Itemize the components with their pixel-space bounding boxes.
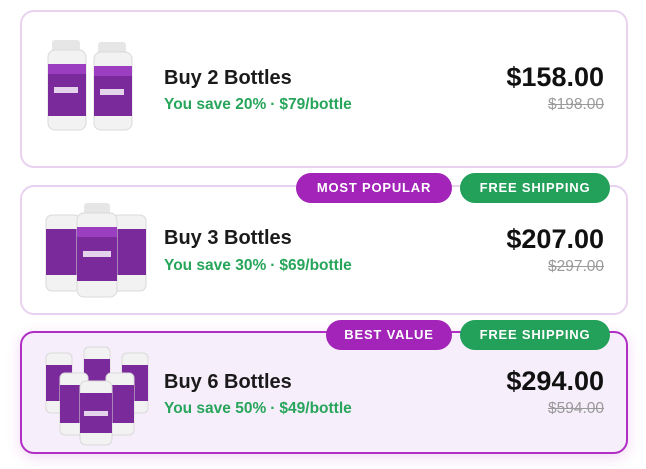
offer-title: Buy 6 Bottles xyxy=(164,371,292,393)
best-value-badge: BEST VALUE xyxy=(326,320,452,350)
per-bottle-price: $69/bottle xyxy=(279,257,352,274)
offer-price: $207.00 xyxy=(506,224,604,254)
original-price: $297.00 xyxy=(547,258,604,275)
savings-separator: · xyxy=(270,400,276,417)
savings-percent: You save 50% xyxy=(164,400,267,417)
free-shipping-badge: FREE SHIPPING xyxy=(460,320,610,350)
offer-title: Buy 3 Bottles xyxy=(164,227,292,249)
bottle-icon xyxy=(47,40,87,131)
original-price: $594.00 xyxy=(547,400,604,417)
product-image-2-bottles xyxy=(47,40,133,131)
offer-savings: You save 50% · $49/bottle xyxy=(164,400,352,418)
per-bottle-price: $79/bottle xyxy=(279,96,352,113)
product-image-3-bottles xyxy=(45,203,147,298)
bottle-icon xyxy=(93,42,133,131)
offer-card-2-bottles[interactable]: Buy 2 Bottles You save 20% · $79/bottle $1… xyxy=(20,10,628,168)
savings-separator: · xyxy=(270,96,276,113)
bottle-icon xyxy=(45,214,81,292)
savings-percent: You save 30% xyxy=(164,257,267,274)
per-bottle-price: $49/bottle xyxy=(279,400,352,417)
product-image-6-bottles xyxy=(45,346,149,446)
original-price: $198.00 xyxy=(547,96,604,113)
offer-price: $294.00 xyxy=(506,366,604,396)
savings-separator: · xyxy=(270,257,276,274)
most-popular-badge: MOST POPULAR xyxy=(296,173,452,203)
bottle-icon xyxy=(79,380,113,446)
bottle-icon xyxy=(76,203,118,298)
offer-card-3-bottles[interactable]: Buy 3 Bottles You save 30% · $69/bottle $2… xyxy=(20,185,628,315)
offer-savings: You save 20% · $79/bottle xyxy=(164,96,352,114)
offer-title: Buy 2 Bottles xyxy=(164,67,292,89)
offer-price: $158.00 xyxy=(506,62,604,92)
savings-percent: You save 20% xyxy=(164,96,267,113)
free-shipping-badge: FREE SHIPPING xyxy=(460,173,610,203)
offer-savings: You save 30% · $69/bottle xyxy=(164,257,352,275)
